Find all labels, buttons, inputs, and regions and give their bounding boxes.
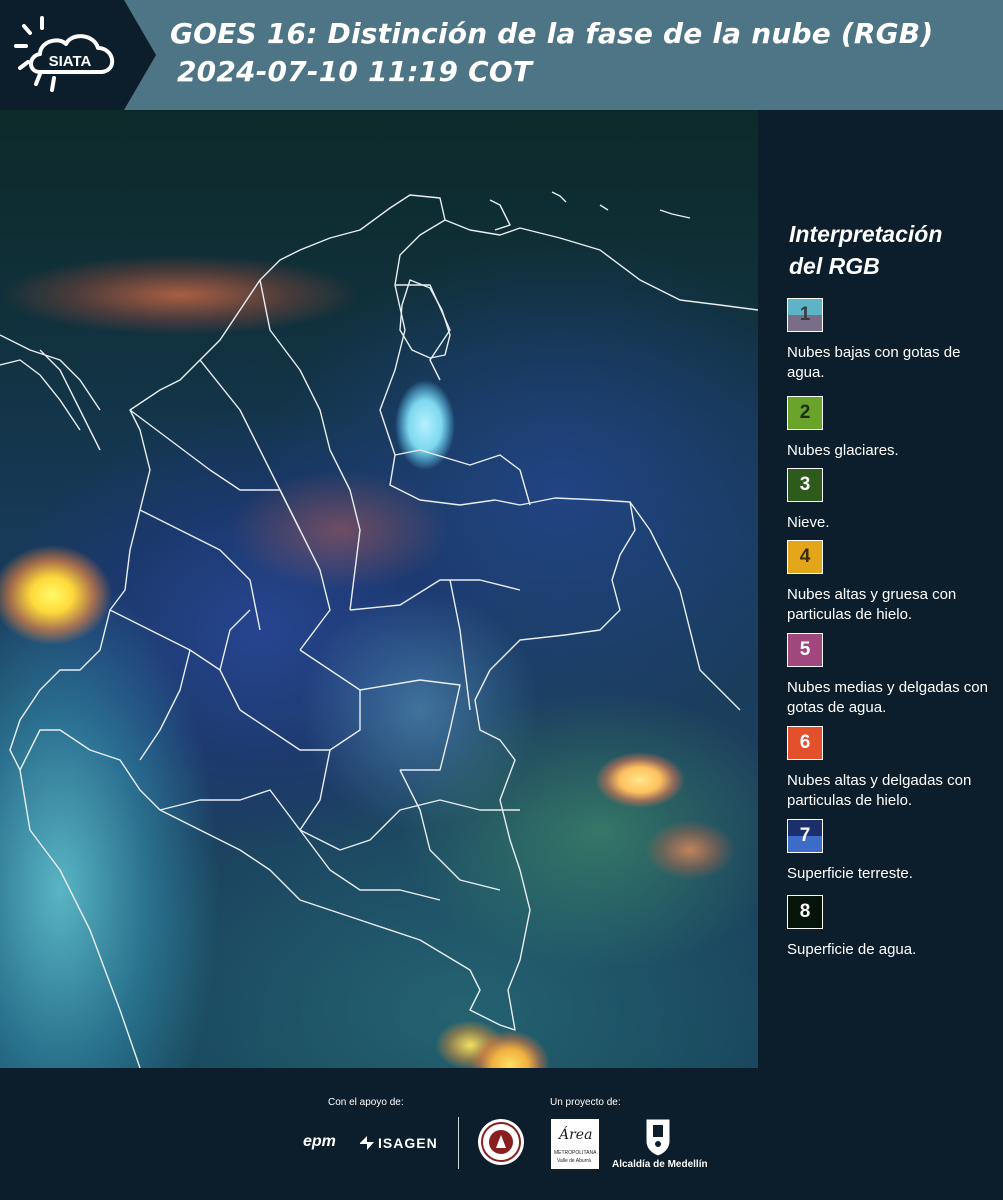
support-label: Con el apoyo de:: [328, 1097, 404, 1108]
alcaldia-label: Alcaldía de Medellín: [612, 1159, 708, 1170]
legend-item-snow: 3 Nieve.: [787, 468, 997, 533]
legend-number: 8: [799, 901, 811, 922]
legend-number: 2: [799, 402, 811, 423]
legend-title-line1: Interpretación: [789, 221, 943, 247]
project-label: Un proyecto de:: [550, 1097, 621, 1108]
legend-title-line2: del RGB: [789, 253, 880, 279]
university-seal-icon: [478, 1119, 524, 1165]
legend-number: 6: [799, 732, 811, 753]
alcaldia-shield-icon: [645, 1118, 671, 1157]
legend-item-low-water-clouds: 1 Nubes bajas con gotas de agua.: [787, 298, 997, 383]
legend-swatch: 6: [787, 726, 823, 760]
legend-label: Nubes medias y delgadas con gotas de agu…: [787, 679, 988, 716]
legend-item-land-surface: 7 Superficie terreste.: [787, 819, 997, 884]
area-logo-sub2: Valle de Aburrá: [557, 1158, 591, 1164]
legend-swatch: 1: [787, 298, 823, 332]
siata-logo: SIATA: [14, 16, 114, 92]
legend-number: 3: [799, 474, 811, 495]
legend-title: Interpretación del RGB: [789, 218, 989, 282]
legend-item-high-thin-ice-clouds: 6 Nubes altas y delgadas con particulas …: [787, 726, 997, 811]
legend-swatch: 4: [787, 540, 823, 574]
area-logo-title: Área: [559, 1127, 593, 1143]
page-timestamp: 2024-07-10 11:19 COT: [177, 55, 533, 88]
legend-item-high-thick-ice-clouds: 4 Nubes altas y gruesa con particulas de…: [787, 540, 997, 625]
footer-divider: [458, 1117, 459, 1169]
siata-logo-text: SIATA: [49, 53, 92, 70]
isagen-logo-icon: [360, 1136, 374, 1150]
legend-swatch: 2: [787, 396, 823, 430]
isagen-logo: ISAGEN: [378, 1135, 438, 1151]
satellite-image: [0, 110, 758, 1068]
legend-label: Superficie terreste.: [787, 865, 913, 882]
legend-item-water-surface: 8 Superficie de agua.: [787, 895, 997, 960]
area-logo-sub1: METROPOLITANA: [554, 1150, 597, 1156]
legend-item-mid-thin-water-clouds: 5 Nubes medias y delgadas con gotas de a…: [787, 633, 997, 718]
legend-label: Nieve.: [787, 514, 830, 531]
page-title: GOES 16: Distinción de la fase de la nub…: [170, 17, 934, 50]
legend-number: 5: [799, 639, 811, 660]
legend-item-glacier-clouds: 2 Nubes glaciares.: [787, 396, 997, 461]
country-borders: [0, 191, 758, 1068]
legend-label: Nubes altas y gruesa con particulas de h…: [787, 586, 957, 623]
area-metropolitana-logo: Área METROPOLITANA Valle de Aburrá: [551, 1119, 599, 1169]
legend-swatch: 3: [787, 468, 823, 502]
legend-number: 4: [799, 546, 811, 567]
epm-logo: epm: [303, 1133, 336, 1150]
legend-number: 1: [799, 304, 811, 325]
legend-label: Nubes altas y delgadas con particulas de…: [787, 772, 972, 809]
legend-label: Nubes bajas con gotas de agua.: [787, 344, 961, 381]
legend-swatch: 5: [787, 633, 823, 667]
legend-label: Superficie de agua.: [787, 941, 917, 958]
legend-swatch: 7: [787, 819, 823, 853]
legend-number: 7: [799, 825, 811, 846]
legend-swatch: 8: [787, 895, 823, 929]
legend-label: Nubes glaciares.: [787, 442, 899, 459]
